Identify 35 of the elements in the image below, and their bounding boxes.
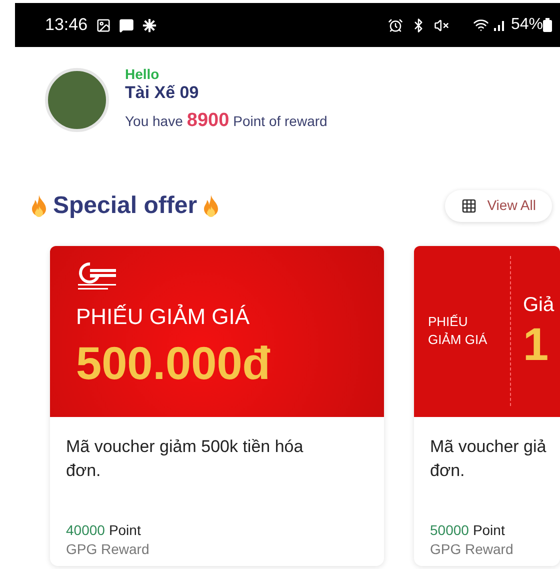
voucher-description: đơn. [430,460,466,482]
voucher-card[interactable]: PHIẾU GIẢM GIÁ Giả 1 Mã voucher giả đơn. 50000 Point GPG Reward [414,246,560,566]
signal-icon [492,18,507,32]
points-label: Point of reward [233,112,328,131]
battery-percent: 54% [510,15,543,35]
reward-points: 8900 [186,109,230,133]
banner-amount: 1 [523,321,550,367]
banner-amount: 500.000đ [76,340,272,386]
points-label: You have [125,112,183,131]
voucher-description: Mã voucher giảm 500k tiền hóa [66,436,304,458]
user-name: Tài Xế 09 [125,83,200,103]
mute-icon [434,18,449,32]
points-unit: Point [472,520,505,538]
points-value: 40000 [66,520,105,538]
alarm-icon [388,18,403,32]
points-value: 50000 [430,520,469,538]
banner-title: PHIẾU GIẢM GIÁ [76,306,251,328]
banner-subtitle: Giả [523,295,554,315]
message-icon [118,18,134,32]
points-unit: Point [108,520,141,538]
section-title: Special offer [53,190,198,220]
greeting-text: Hello [125,65,160,83]
voucher-description: đơn. [66,460,102,482]
grid-icon [461,198,478,214]
banner-title: PHIẾU GIẢM GIÁ [428,313,488,349]
wifi-icon [472,17,489,33]
voucher-card[interactable]: PHIẾU GIẢM GIÁ 500.000đ Mã voucher giảm 500k tiền hóa đơn. 40000 Point GPG Reward [50,246,384,566]
provider-label: GPG Reward [430,540,514,558]
view-all-button[interactable]: View All [445,190,552,222]
battery-icon [543,18,552,32]
voucher-description: Mã voucher giả [430,436,548,458]
provider-label: GPG Reward [66,540,150,558]
pinwheel-icon [142,18,157,32]
clock-time: 13:46 [45,14,88,36]
gallery-icon [96,18,111,32]
